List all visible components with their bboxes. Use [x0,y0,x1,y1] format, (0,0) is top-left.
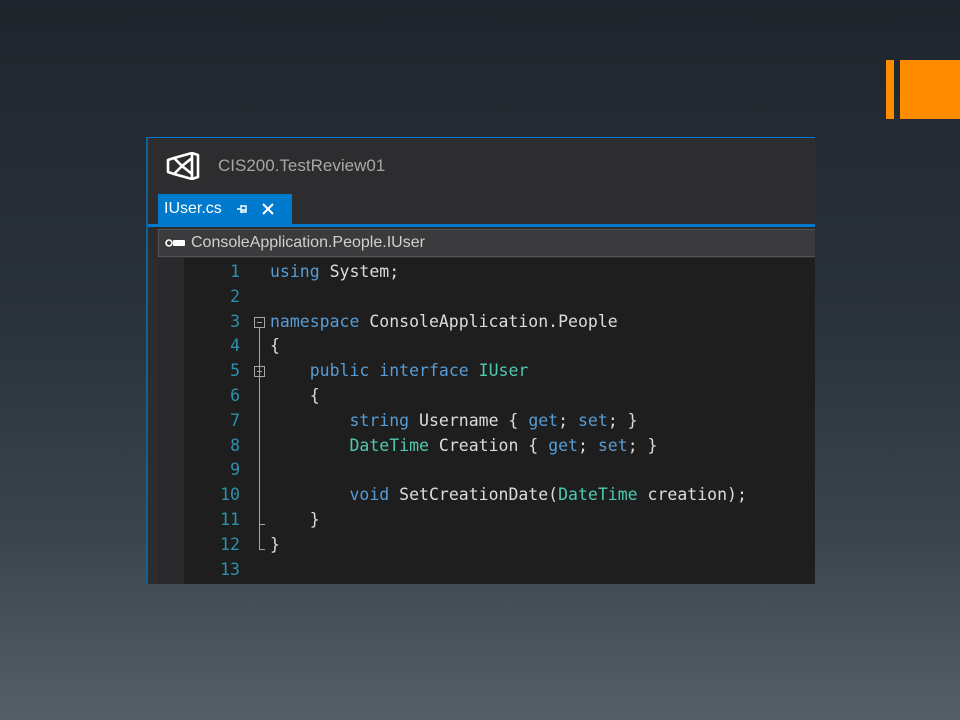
text-token: ; [578,435,598,455]
text-token: creation); [637,485,747,505]
navigation-bar[interactable]: ConsoleApplication.People.IUser [158,229,815,257]
close-icon[interactable] [260,201,276,217]
text-token: } [270,534,280,554]
accent-bar-thin [886,60,894,119]
line-number: 3 [230,311,240,331]
text-token: Username { [409,410,529,430]
code-line[interactable]: 2 [158,285,815,310]
title-bar: CIS200.TestReview01 [148,138,815,194]
keyword-token: get [548,435,578,455]
keyword-token: set [578,410,608,430]
code-line[interactable]: 1 using System; [158,260,815,285]
line-number: 9 [230,460,240,480]
line-number: 12 [220,534,240,554]
tab-iuser-cs[interactable]: IUser.cs [158,194,292,224]
collapse-toggle-icon[interactable] [254,316,265,328]
line-number: 1 [230,262,240,281]
code-line[interactable]: 4{ [158,334,815,359]
text-token: ; [558,410,578,430]
code-line[interactable]: 8 DateTime Creation { get; set; } [158,434,815,459]
keyword-token: interface [379,361,469,381]
line-number: 2 [230,286,240,306]
tab-strip: IUser.cs [148,194,815,224]
text-token: ; } [627,435,658,455]
outline-guide-end [259,548,265,550]
text-token: SetCreationDate( [389,485,559,505]
code-text: namespace ConsoleApplication.People [270,310,618,335]
interface-icon [165,239,185,247]
visual-studio-logo-icon [166,152,200,180]
keyword-token: using [270,262,320,281]
type-token: DateTime [349,435,429,455]
line-number: 10 [220,485,240,505]
type-token: IUser [478,361,529,381]
keyword-token: set [597,435,628,455]
text-token: System; [319,262,400,281]
text-token: ; } [607,410,638,430]
code-text: public interface IUser [270,359,529,384]
code-line[interactable]: 10 void SetCreationDate(DateTime creatio… [158,483,815,508]
line-number: 4 [230,336,240,356]
line-number: 13 [220,559,240,579]
keyword-token: namespace [270,311,360,331]
code-line[interactable]: 6 { [158,384,815,409]
code-line[interactable]: 12} [158,533,815,558]
line-number: 7 [230,410,240,430]
line-number: 11 [220,510,240,529]
tab-label: IUser.cs [164,200,222,217]
text-token: Creation { [428,435,549,455]
text-token: ConsoleApplication.People [359,311,618,331]
keyword-token: string [349,410,410,430]
line-number: 6 [230,386,240,405]
code-text: DateTime Creation { get; set; } [270,434,658,459]
code-text: using System; [270,260,399,285]
keyword-token: void [349,485,390,505]
outline-guide [259,377,260,524]
pin-icon[interactable] [234,201,250,217]
navigation-path: ConsoleApplication.People.IUser [191,234,425,251]
code-line[interactable]: 11 } [158,508,815,533]
outline-guide-end [259,524,265,525]
keyword-token: get [528,410,559,430]
text-token: } [270,510,320,529]
code-text: void SetCreationDate(DateTime creation); [270,483,747,508]
line-number: 8 [230,435,240,455]
type-token: DateTime [558,485,638,505]
line-number: 5 [230,361,240,381]
keyword-token: public [309,361,370,381]
tab-underline [148,224,815,227]
text-token: { [270,386,320,405]
accent-block [900,60,960,119]
code-text: { [270,384,320,409]
code-text: string Username { get; set; } [270,409,638,434]
code-text: } [270,533,280,558]
solution-title: CIS200.TestReview01 [218,156,386,175]
code-text: } [270,508,320,533]
code-editor-screenshot: CIS200.TestReview01 IUser.cs ConsoleAppl… [146,137,815,584]
code-text: { [270,334,280,359]
text-token: { [270,336,280,356]
code-editor[interactable]: 1 using System; 2 3 namespace ConsoleApplica… [158,258,815,584]
code-line[interactable]: 9 [158,458,815,483]
code-line[interactable]: 13 [158,558,815,583]
code-line[interactable]: 7 string Username { get; set; } [158,409,815,434]
